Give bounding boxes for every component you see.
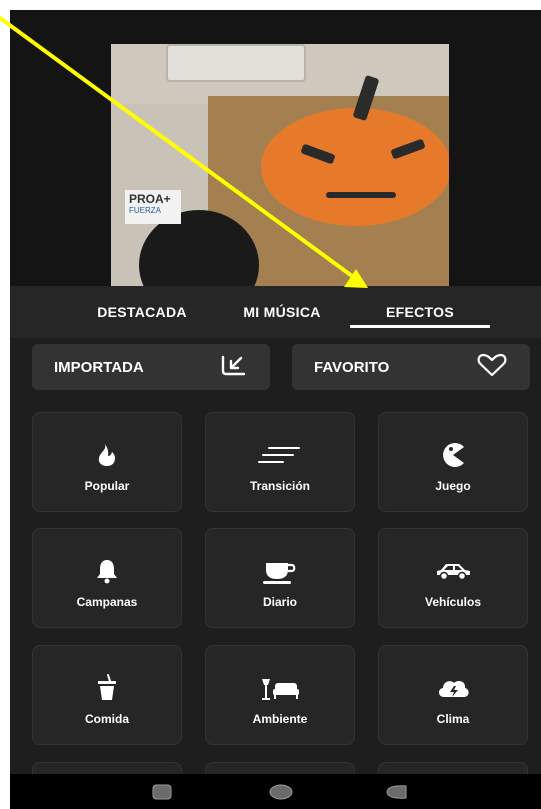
category-clima[interactable]: Clima [378, 645, 528, 745]
preview-image: PROA+ FUERZA [111, 44, 449, 286]
category-vehiculos[interactable]: Vehículos [378, 528, 528, 628]
storm-cloud-icon [379, 674, 527, 702]
drink-icon [33, 674, 181, 702]
import-icon [220, 353, 248, 381]
pacman-icon [379, 441, 527, 469]
favorito-button[interactable]: FAVORITO [292, 344, 530, 390]
category-ambiente[interactable]: Ambiente [205, 645, 355, 745]
category-diario[interactable]: Diario [205, 528, 355, 628]
cup-icon [206, 557, 354, 585]
app-screen: PROA+ FUERZA DESTACADA MI MÚSICA EFECTOS… [10, 10, 541, 809]
car-icon [379, 557, 527, 585]
importada-label: IMPORTADA [54, 358, 144, 376]
importada-button[interactable]: IMPORTADA [32, 344, 270, 390]
category-comida[interactable]: Comida [32, 645, 182, 745]
tab-efectos[interactable]: EFECTOS [350, 286, 490, 338]
sofa-lamp-icon [206, 674, 354, 702]
photo-sign: PROA+ FUERZA [125, 190, 181, 224]
bell-icon [33, 557, 181, 585]
tab-destacada[interactable]: DESTACADA [80, 286, 204, 338]
system-nav-bar [10, 774, 541, 809]
home-icon[interactable] [268, 783, 294, 806]
speed-lines-icon [206, 441, 354, 469]
tab-mi-musica[interactable]: MI MÚSICA [224, 286, 340, 338]
video-preview: PROA+ FUERZA [10, 10, 541, 286]
recents-icon[interactable] [151, 783, 173, 806]
tab-selected-indicator [350, 325, 490, 328]
category-campanas[interactable]: Campanas [32, 528, 182, 628]
heart-icon [476, 352, 508, 382]
category-popular[interactable]: Popular [32, 412, 182, 512]
favorito-label: FAVORITO [314, 358, 390, 376]
category-transicion[interactable]: Transición [205, 412, 355, 512]
flame-icon [33, 441, 181, 469]
pumpkin-decoration [261, 108, 449, 226]
tab-bar: DESTACADA MI MÚSICA EFECTOS [10, 286, 541, 338]
back-icon[interactable] [384, 783, 410, 806]
category-juego[interactable]: Juego [378, 412, 528, 512]
